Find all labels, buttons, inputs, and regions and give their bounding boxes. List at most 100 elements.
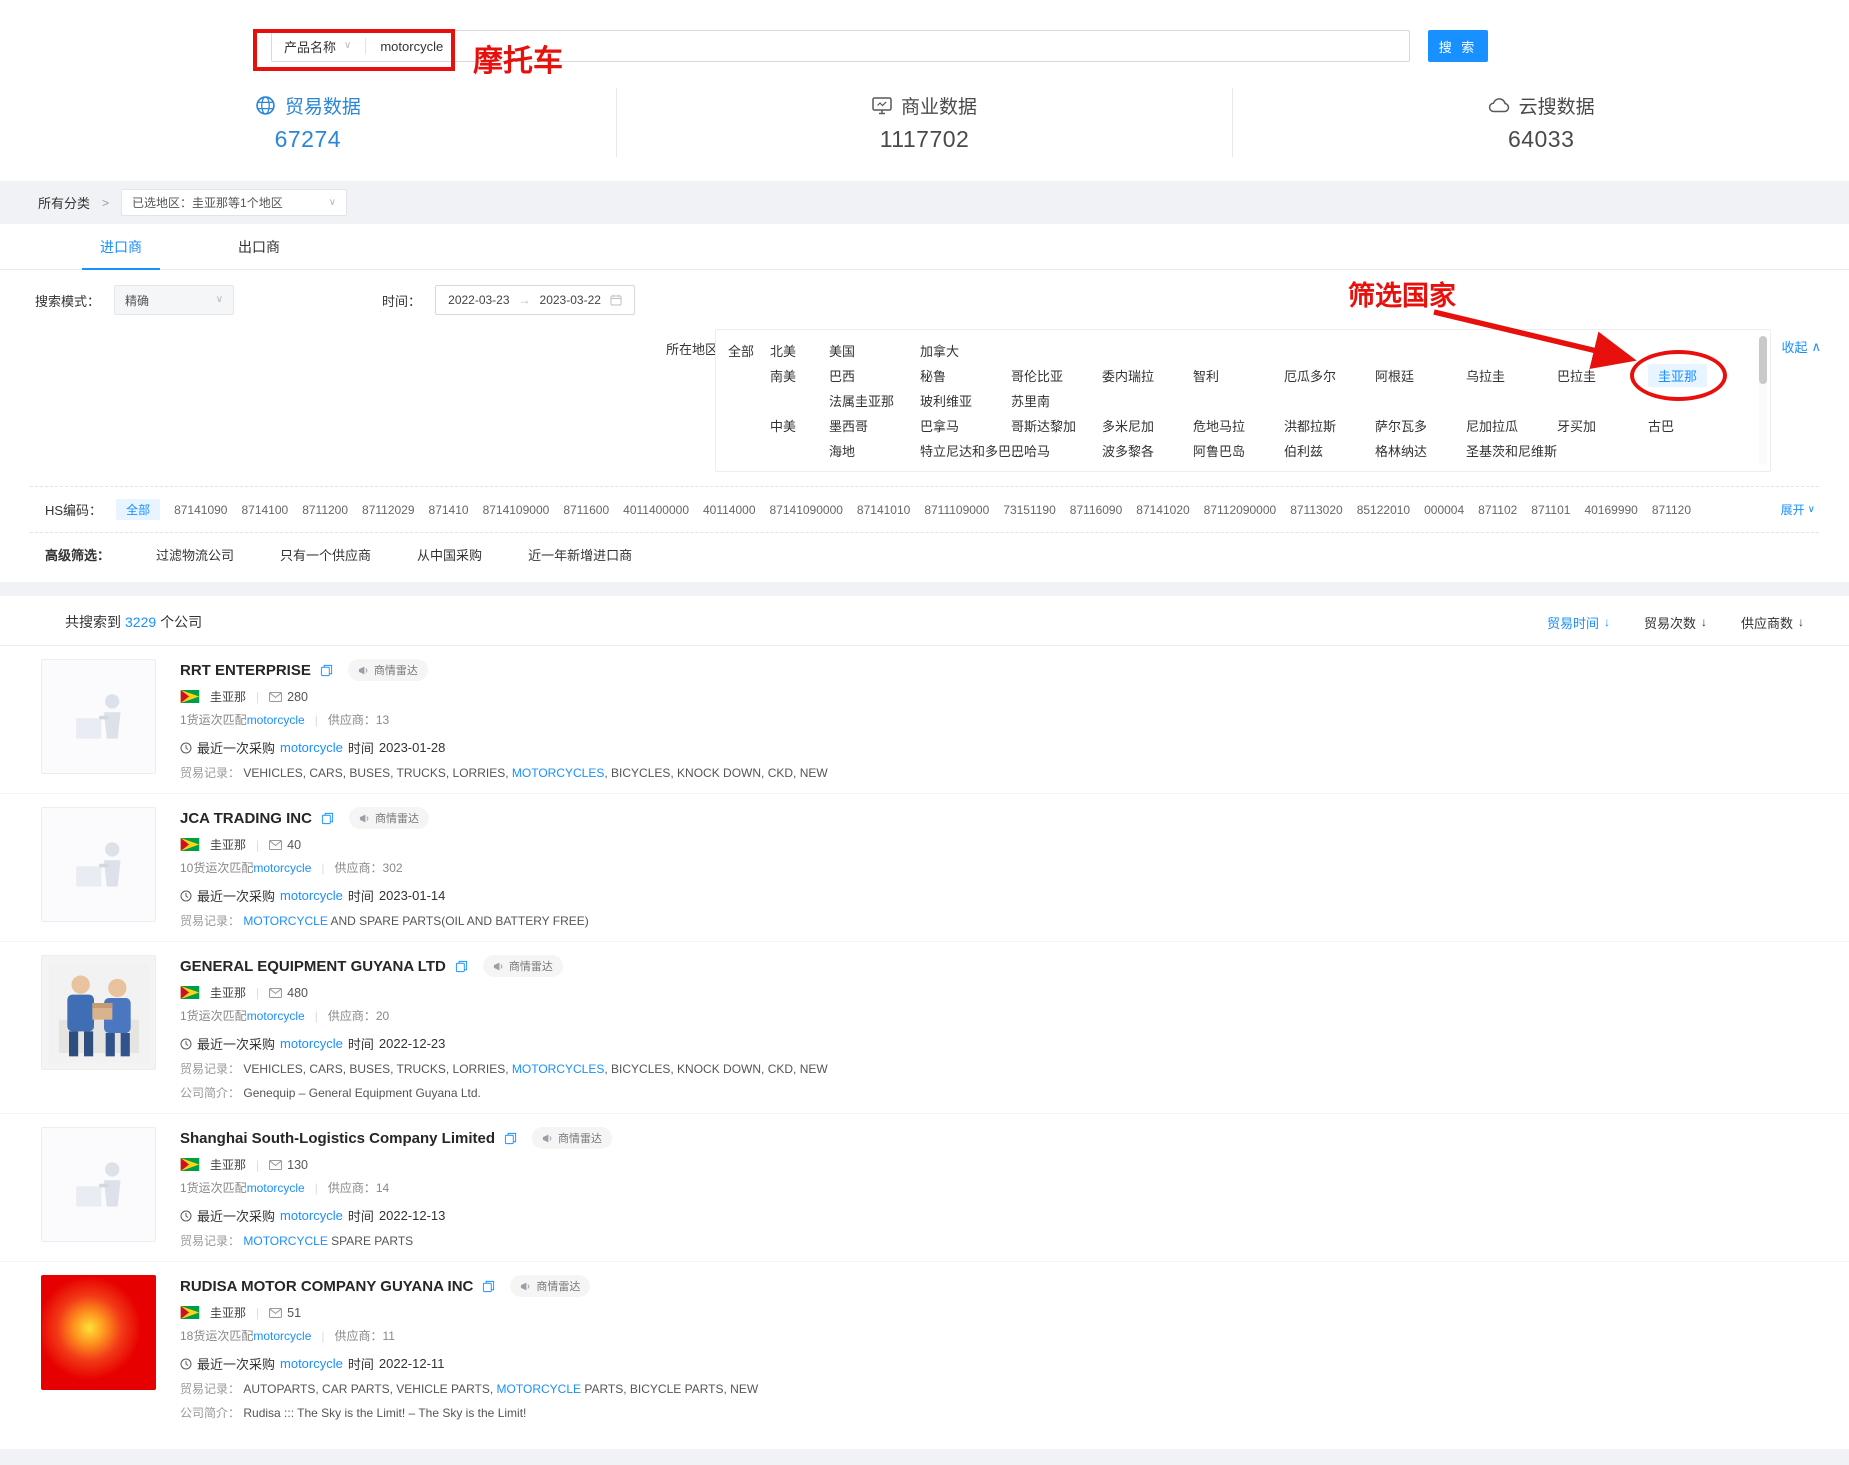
region-item[interactable]: 巴拉圭 <box>1557 366 1648 385</box>
hs-code[interactable]: 87141090000 <box>770 503 843 517</box>
region-item[interactable]: 哥伦比亚 <box>1011 366 1102 385</box>
hs-code[interactable]: 871120 <box>1652 503 1691 517</box>
region-item[interactable]: 巴西 <box>829 366 920 385</box>
hs-code[interactable]: 87112090000 <box>1204 503 1277 517</box>
copy-icon[interactable] <box>321 812 334 825</box>
radar-badge[interactable]: 商情雷达 <box>348 659 428 681</box>
tab-exporters[interactable]: 出口商 <box>220 224 298 270</box>
expand-link[interactable]: 展开 ∨ <box>1781 501 1815 518</box>
selected-region-dropdown[interactable]: 已选地区：圭亚那等1个地区 ∨ <box>121 189 347 216</box>
hs-code[interactable]: 871410 <box>429 503 469 517</box>
hs-code[interactable]: 8714100 <box>241 503 288 517</box>
region-item[interactable]: 海地 <box>829 441 920 460</box>
region-item[interactable]: 危地马拉 <box>1193 416 1284 435</box>
region-item[interactable]: 哥斯达黎加 <box>1011 416 1102 435</box>
region-item[interactable]: 巴哈马 <box>1011 441 1102 460</box>
advanced-filter-option[interactable]: 近一年新增进口商 <box>528 545 632 564</box>
radar-badge[interactable]: 商情雷达 <box>349 807 429 829</box>
region-item[interactable]: 乌拉圭 <box>1466 366 1557 385</box>
region-item[interactable]: 阿鲁巴岛 <box>1193 441 1284 460</box>
hs-code[interactable]: 87141020 <box>1136 503 1189 517</box>
breadcrumb-all-categories[interactable]: 所有分类 <box>38 193 90 212</box>
region-item-all[interactable]: 全部 <box>728 341 770 360</box>
hs-code[interactable]: 8711200 <box>302 503 348 517</box>
region-item[interactable]: 巴拿马 <box>920 416 1011 435</box>
hs-code[interactable]: 40114000 <box>703 503 756 517</box>
region-item[interactable]: 加拿大 <box>920 341 1011 360</box>
advanced-filter-option[interactable]: 过滤物流公司 <box>156 545 234 564</box>
radar-badge[interactable]: 商情雷达 <box>510 1275 590 1297</box>
region-item[interactable]: 玻利维亚 <box>920 391 1011 410</box>
region-item[interactable]: 美国 <box>829 341 920 360</box>
region-item[interactable]: 伯利兹 <box>1284 441 1375 460</box>
region-item[interactable]: 智利 <box>1193 366 1284 385</box>
company-name[interactable]: JCA TRADING INC <box>180 810 312 827</box>
hs-code[interactable]: 87116090 <box>1070 503 1123 517</box>
search-field-select[interactable]: 产品名称 ∨ <box>272 37 365 56</box>
hs-code[interactable]: 871101 <box>1531 503 1570 517</box>
stat-business-data[interactable]: 商业数据 1117702 <box>616 88 1233 157</box>
advanced-filter-option[interactable]: 从中国采购 <box>417 545 482 564</box>
region-item[interactable]: 波多黎各 <box>1102 441 1193 460</box>
sort-trade-count[interactable]: 贸易次数 ↓ <box>1644 613 1707 632</box>
hs-code[interactable]: 8711600 <box>563 503 609 517</box>
region-item[interactable]: 厄瓜多尔 <box>1284 366 1375 385</box>
region-item[interactable]: 圭亚那 <box>1648 364 1707 387</box>
copy-icon[interactable] <box>455 960 468 973</box>
hs-code[interactable]: 85122010 <box>1357 503 1410 517</box>
region-item[interactable]: 萨尔瓦多 <box>1375 416 1466 435</box>
scrollbar[interactable] <box>1759 336 1767 465</box>
sort-trade-time[interactable]: 贸易时间 ↓ <box>1547 613 1610 632</box>
radar-badge[interactable]: 商情雷达 <box>483 955 563 977</box>
search-input[interactable]: motorcycle <box>366 39 1409 54</box>
region-item[interactable]: 牙买加 <box>1557 416 1648 435</box>
copy-icon[interactable] <box>504 1132 517 1145</box>
region-item[interactable]: 墨西哥 <box>829 416 920 435</box>
region-item[interactable]: 法属圭亚那 <box>829 391 920 410</box>
radar-badge[interactable]: 商情雷达 <box>532 1127 612 1149</box>
company-name[interactable]: GENERAL EQUIPMENT GUYANA LTD <box>180 958 446 975</box>
stat-cloud-search-data[interactable]: 云搜数据 64033 <box>1232 88 1849 157</box>
hs-code[interactable]: 73151190 <box>1003 503 1056 517</box>
region-item[interactable]: 阿根廷 <box>1375 366 1466 385</box>
region-group-label[interactable]: 北美 <box>770 341 829 360</box>
copy-icon[interactable] <box>482 1280 495 1293</box>
date-end[interactable]: 2023-03-22 <box>540 293 601 307</box>
advanced-filter-option[interactable]: 只有一个供应商 <box>280 545 371 564</box>
stat-trade-data[interactable]: 贸易数据 67274 <box>0 88 616 157</box>
date-range-picker[interactable]: 2022-03-23 → 2023-03-22 <box>435 285 635 315</box>
region-item[interactable]: 古巴 <box>1648 416 1739 435</box>
sort-supplier-count[interactable]: 供应商数 ↓ <box>1741 613 1804 632</box>
search-button[interactable]: 搜 索 <box>1428 30 1488 62</box>
collapse-link[interactable]: 收起 ∧ <box>1781 337 1821 356</box>
hs-code[interactable]: 87141010 <box>857 503 910 517</box>
region-item[interactable]: 多米尼加 <box>1102 416 1193 435</box>
region-item[interactable]: 苏里南 <box>1011 391 1102 410</box>
hs-code[interactable]: 871102 <box>1478 503 1517 517</box>
search-mode-select[interactable]: 精确 ∨ <box>114 285 234 315</box>
region-item[interactable]: 委内瑞拉 <box>1102 366 1193 385</box>
company-name[interactable]: Shanghai South-Logistics Company Limited <box>180 1130 495 1147</box>
hs-code[interactable]: 87112029 <box>362 503 415 517</box>
company-name[interactable]: RRT ENTERPRISE <box>180 662 311 679</box>
region-item[interactable]: 特立尼达和多巴... <box>920 441 1011 460</box>
hs-code[interactable]: 8714109000 <box>483 503 550 517</box>
company-name[interactable]: RUDISA MOTOR COMPANY GUYANA INC <box>180 1278 473 1295</box>
hs-code[interactable]: 8711109000 <box>924 503 989 517</box>
hs-code[interactable]: 40169990 <box>1584 503 1637 517</box>
copy-icon[interactable] <box>320 664 333 677</box>
hs-code[interactable]: 000004 <box>1424 503 1464 517</box>
region-group-label[interactable]: 中美 <box>770 416 829 435</box>
hs-code[interactable]: 87141090 <box>174 503 227 517</box>
region-item[interactable]: 格林纳达 <box>1375 441 1466 460</box>
tab-importers[interactable]: 进口商 <box>82 224 160 270</box>
scrollbar-thumb[interactable] <box>1759 336 1767 384</box>
hs-code[interactable]: 87113020 <box>1290 503 1343 517</box>
date-start[interactable]: 2022-03-23 <box>448 293 509 307</box>
hs-code-all[interactable]: 全部 <box>116 499 160 520</box>
region-group-label[interactable]: 南美 <box>770 366 829 385</box>
region-item[interactable]: 尼加拉瓜 <box>1466 416 1557 435</box>
region-item[interactable]: 秘鲁 <box>920 366 1011 385</box>
region-item[interactable]: 圣基茨和尼维斯 <box>1466 441 1557 460</box>
region-item[interactable]: 洪都拉斯 <box>1284 416 1375 435</box>
